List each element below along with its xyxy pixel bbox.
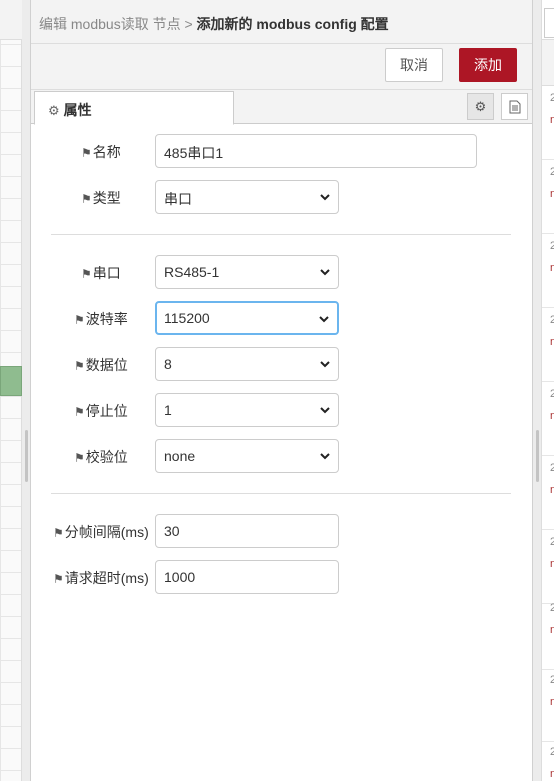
tray-toolbar: 取消 添加 — [31, 44, 532, 90]
right-splitter[interactable] — [532, 0, 541, 781]
parity-select[interactable]: none — [155, 439, 339, 473]
serial-port-label: ⚑串口 — [81, 265, 121, 281]
row-baud-rate: ⚑波特率 115200 — [31, 301, 532, 335]
row-frame-interval: ⚑分帧间隔(ms) 30 — [31, 514, 532, 548]
row-request-timeout: ⚑请求超时(ms) 1000 — [31, 560, 532, 594]
document-icon — [509, 100, 520, 114]
debug-message[interactable]: 2n — [542, 596, 554, 670]
type-label: ⚑类型 — [81, 190, 121, 206]
tag-icon: ⚑ — [81, 267, 92, 281]
debug-sidebar: 2n 2n 2n 2n 2n 2n 2n 2n 2n 2n — [541, 0, 554, 781]
data-bits-label: ⚑数据位 — [74, 357, 128, 373]
debug-message[interactable]: 2n — [542, 86, 554, 160]
workspace-canvas[interactable] — [0, 0, 22, 781]
debug-message[interactable]: 2n — [542, 382, 554, 456]
tabs-bar: ⚙ 属性 ⚙ — [31, 90, 532, 125]
row-serial-port: ⚑串口 RS485-1 — [31, 255, 532, 289]
row-type: ⚑类型 串口 — [31, 180, 532, 214]
row-name: ⚑名称 485串口1 — [31, 134, 532, 168]
debug-message[interactable]: 2n — [542, 668, 554, 742]
splitter-grip-icon[interactable] — [536, 430, 539, 482]
stop-bits-label: ⚑停止位 — [74, 403, 128, 419]
breadcrumb-current: 添加新的 modbus config 配置 — [196, 16, 389, 32]
row-data-bits: ⚑数据位 8 — [31, 347, 532, 381]
tab-settings[interactable]: ⚙ — [467, 93, 494, 120]
debug-message[interactable]: 2n — [542, 234, 554, 308]
tab-properties-label: 属性 — [63, 102, 92, 118]
tag-icon: ⚑ — [53, 572, 64, 586]
debug-message[interactable]: 2n — [542, 160, 554, 234]
chevron-down-icon — [320, 453, 330, 460]
section-divider — [51, 493, 511, 494]
serial-port-select[interactable]: RS485-1 — [155, 255, 339, 289]
row-parity: ⚑校验位 none — [31, 439, 532, 473]
section-divider — [51, 234, 511, 235]
frame-interval-label: ⚑分帧间隔(ms) — [53, 524, 149, 540]
chevron-down-icon — [320, 361, 330, 368]
chevron-down-icon — [319, 316, 329, 323]
tag-icon: ⚑ — [81, 146, 92, 160]
tag-icon: ⚑ — [53, 526, 64, 540]
data-bits-select[interactable]: 8 — [155, 347, 339, 381]
splitter-grip-icon[interactable] — [25, 430, 28, 482]
debug-message[interactable]: 2n — [542, 456, 554, 530]
debug-message[interactable]: 2n — [542, 530, 554, 604]
gear-icon: ⚙ — [48, 103, 60, 118]
cancel-button[interactable]: 取消 — [385, 48, 443, 82]
name-label: ⚑名称 — [81, 144, 121, 160]
sidebar-tab[interactable] — [544, 8, 554, 38]
gear-icon: ⚙ — [474, 99, 487, 114]
editor-tray: 编辑 modbus读取 节点 > 添加新的 modbus config 配置 取… — [31, 0, 532, 781]
parity-label: ⚑校验位 — [74, 449, 128, 465]
debug-message[interactable]: 2n — [542, 740, 554, 781]
breadcrumb: 编辑 modbus读取 节点 > 添加新的 modbus config 配置 — [31, 0, 532, 44]
chevron-down-icon — [320, 407, 330, 414]
chevron-down-icon — [320, 269, 330, 276]
frame-interval-input[interactable]: 30 — [155, 514, 339, 548]
chevron-down-icon — [320, 194, 330, 201]
sidebar-tab-bar — [542, 0, 554, 40]
request-timeout-input[interactable]: 1000 — [155, 560, 339, 594]
request-timeout-label: ⚑请求超时(ms) — [53, 570, 149, 586]
baud-rate-label: ⚑波特率 — [74, 311, 128, 327]
row-stop-bits: ⚑停止位 1 — [31, 393, 532, 427]
breadcrumb-parent[interactable]: 编辑 modbus读取 节点 > — [39, 16, 197, 32]
flow-node[interactable] — [0, 366, 22, 396]
tag-icon: ⚑ — [81, 192, 92, 206]
tag-icon: ⚑ — [74, 451, 85, 465]
sidebar-toolbar — [542, 40, 554, 86]
tab-properties[interactable]: ⚙ 属性 — [34, 91, 234, 125]
add-button[interactable]: 添加 — [459, 48, 517, 82]
type-select[interactable]: 串口 — [155, 180, 339, 214]
workspace-tab-bar — [0, 0, 22, 40]
left-splitter[interactable] — [22, 0, 31, 781]
baud-rate-select[interactable]: 115200 — [155, 301, 339, 335]
tag-icon: ⚑ — [74, 313, 85, 327]
debug-message[interactable]: 2n — [542, 308, 554, 382]
tag-icon: ⚑ — [74, 405, 85, 419]
tab-description[interactable] — [501, 93, 528, 120]
tag-icon: ⚑ — [74, 359, 85, 373]
stop-bits-select[interactable]: 1 — [155, 393, 339, 427]
name-input[interactable]: 485串口1 — [155, 134, 477, 168]
